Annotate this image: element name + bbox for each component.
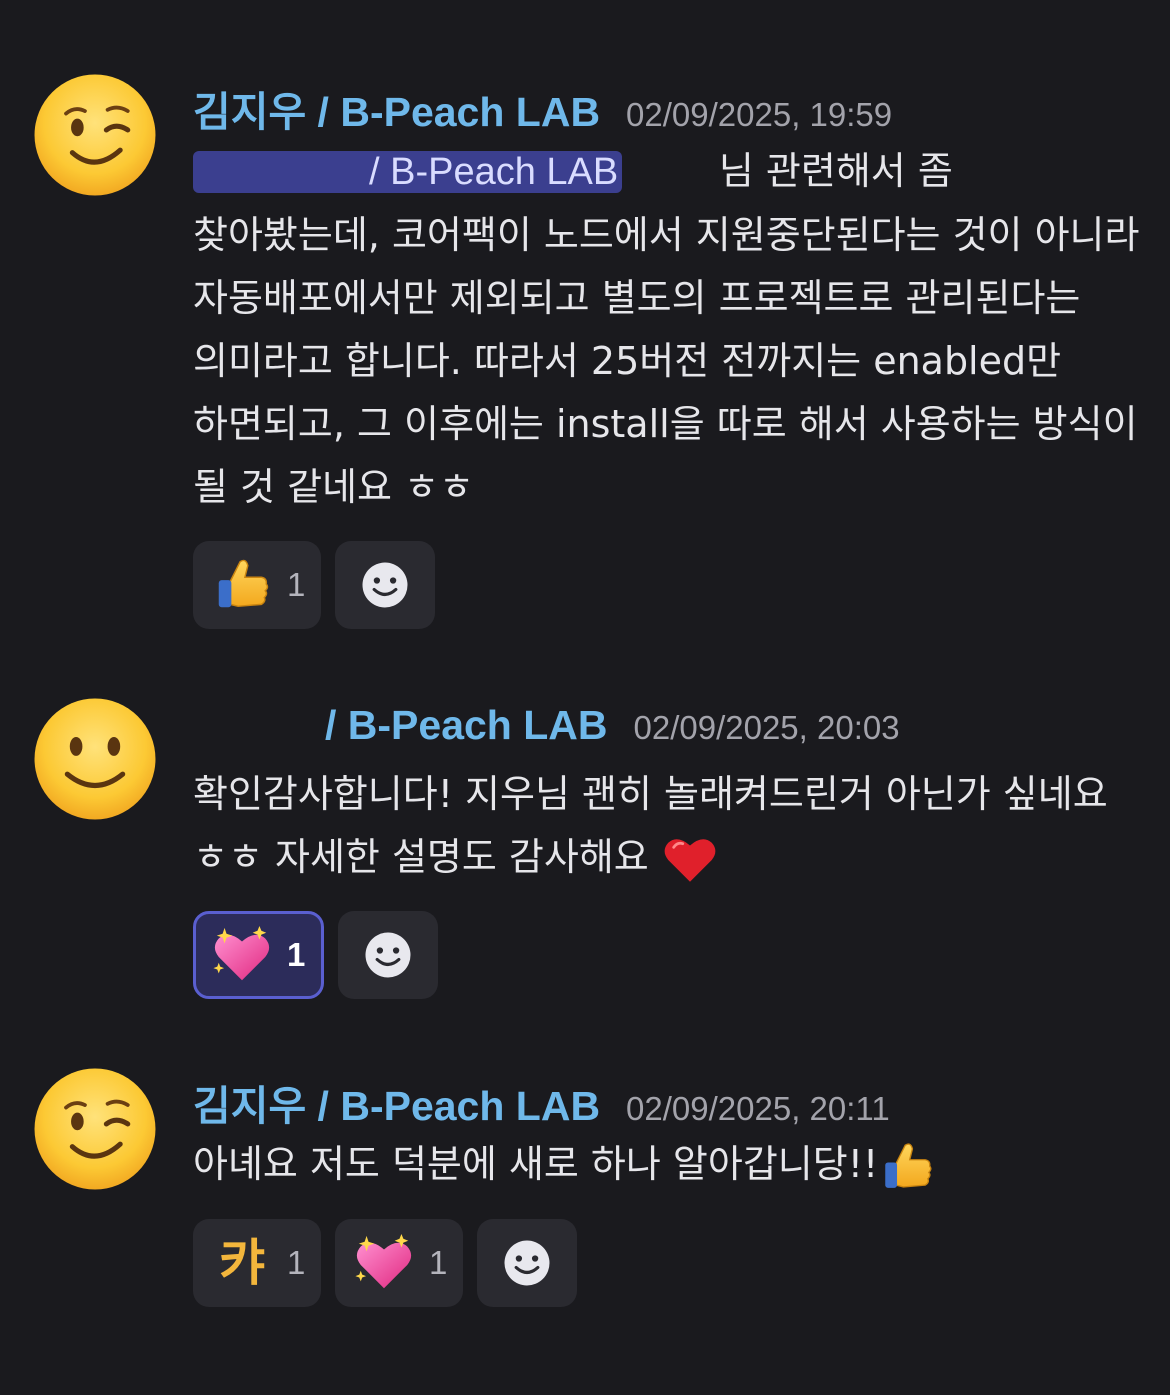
winking-face-icon[interactable]: [32, 72, 158, 198]
add-reaction-smiley-icon: [365, 932, 411, 978]
add-reaction-button[interactable]: [477, 1219, 577, 1307]
reaction-count: 1: [429, 1244, 448, 1281]
thumbs-up-icon: [878, 1138, 936, 1196]
winking-face-icon[interactable]: [32, 1066, 158, 1192]
sparkling-heart-icon: [351, 1230, 417, 1296]
user-mention[interactable]: / B-Peach LAB: [193, 151, 623, 193]
add-reaction-smiley-icon: [504, 1240, 550, 1286]
author-name[interactable]: / B-Peach LAB: [193, 702, 608, 749]
message-header: 김지우 / B-Peach LAB 02/09/2025, 19:59: [193, 78, 892, 138]
add-reaction-smiley-icon: [362, 562, 408, 608]
sparkling-heart-icon: [209, 922, 275, 988]
reaction-kya[interactable]: 캬 1: [193, 1219, 321, 1307]
message-header: / B-Peach LAB 02/09/2025, 20:03: [193, 702, 900, 749]
add-reaction-button[interactable]: [335, 541, 435, 629]
author-name[interactable]: 김지우 / B-Peach LAB: [193, 1072, 600, 1132]
reaction-count: 1: [287, 566, 306, 603]
author-name[interactable]: 김지우 / B-Peach LAB: [193, 78, 600, 138]
reactions-bar: 1: [193, 541, 435, 629]
reactions-bar: 캬 1 1: [193, 1219, 577, 1307]
kya-emoji: 캬: [219, 1234, 265, 1292]
add-reaction-button[interactable]: [338, 911, 438, 999]
red-heart-icon: [661, 831, 719, 889]
reaction-count: 1: [287, 1244, 306, 1281]
message-body: 아녜요 저도 덕분에 새로 하나 알아갑니당!!: [193, 1133, 1143, 1196]
message-body: / B-Peach LAB 님 관련해서 좀 찾아봤는데, 코어팩이 노드에서 …: [193, 149, 1152, 509]
reaction-thumbs-up[interactable]: 1: [193, 541, 321, 629]
reaction-sparkling-heart[interactable]: 1: [335, 1219, 463, 1307]
timestamp: 02/09/2025, 19:59: [626, 96, 893, 133]
message-header: 김지우 / B-Peach LAB 02/09/2025, 20:11: [193, 1072, 890, 1132]
reaction-count: 1: [287, 936, 306, 973]
thumbs-up-icon: [209, 552, 275, 618]
slightly-smiling-face-icon[interactable]: [32, 696, 158, 822]
timestamp: 02/09/2025, 20:03: [633, 709, 900, 746]
timestamp: 02/09/2025, 20:11: [626, 1090, 890, 1127]
message-body: 확인감사합니다! 지우님 괜히 놀래켜드린거 아닌가 싶네요 ㅎㅎ 자세한 설명…: [193, 763, 1143, 889]
reaction-sparkling-heart[interactable]: 1: [193, 911, 324, 999]
reactions-bar: 1: [193, 911, 438, 999]
